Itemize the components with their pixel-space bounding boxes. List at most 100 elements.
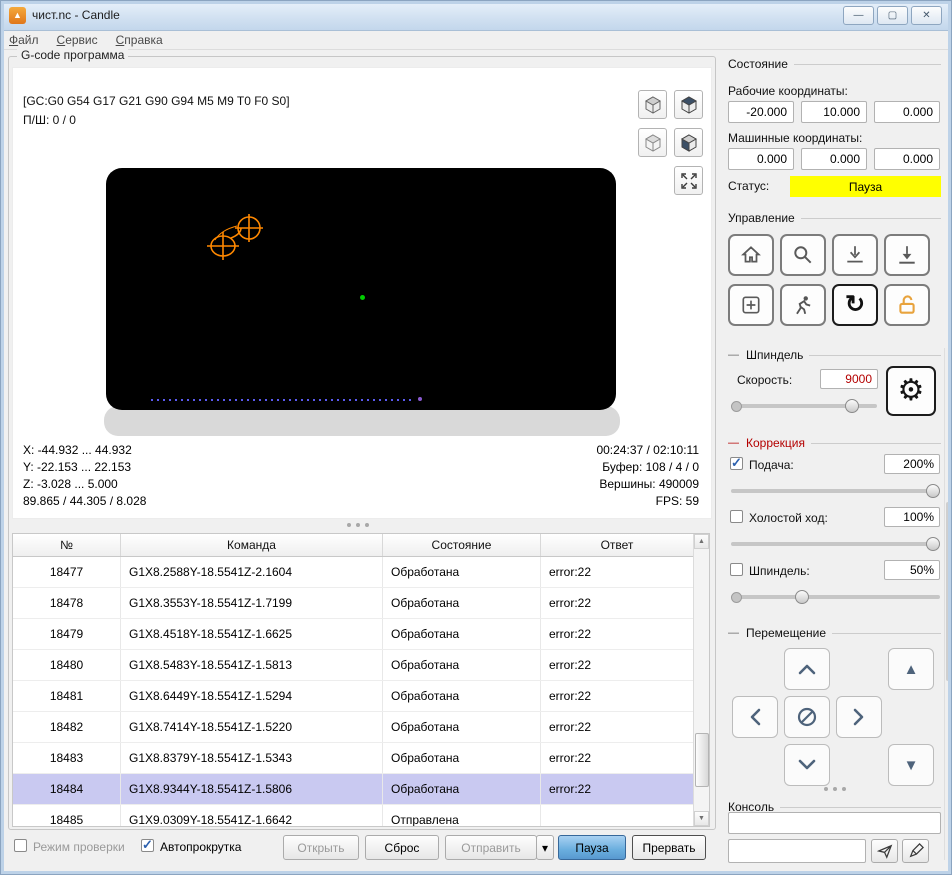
maximize-button[interactable]: ▢ (877, 6, 908, 25)
slider-handle[interactable] (844, 399, 859, 413)
col-header-state[interactable]: Состояние (383, 534, 541, 556)
scroll-up-icon[interactable]: ▲ (694, 534, 709, 549)
col-header-number[interactable]: № (13, 534, 121, 556)
home-button[interactable] (728, 234, 774, 276)
fit-view-button[interactable] (674, 166, 703, 195)
spindle-toggle-button[interactable]: ⚙ (886, 366, 936, 416)
table-row[interactable]: 18480 G1X8.5483Y-18.5541Z-1.5813 Обработ… (13, 650, 694, 681)
cell-command: G1X8.3553Y-18.5541Z-1.7199 (121, 588, 383, 618)
table-scrollbar[interactable]: ▲ ▼ (693, 534, 709, 826)
table-row[interactable]: 18484 G1X8.9344Y-18.5541Z-1.5806 Обработ… (13, 774, 694, 805)
chevron-up-icon (796, 661, 818, 677)
spindle-override-value: 50% (884, 560, 940, 580)
console-input[interactable] (728, 839, 866, 863)
toolpath-canvas[interactable] (106, 168, 616, 410)
panel-splitter-handle[interactable] (728, 787, 941, 791)
jog-panel-title[interactable]: Перемещение (728, 626, 941, 640)
visualizer[interactable]: [GC:G0 G54 G17 G21 G90 G94 M5 M9 T0 F0 S… (12, 67, 712, 519)
slider-handle[interactable] (926, 537, 940, 551)
menu-help[interactable]: Справка (107, 31, 172, 49)
clear-console-button[interactable] (902, 839, 929, 863)
cell-state: Обработана (383, 588, 541, 618)
spindle-override-checkbox[interactable] (730, 563, 743, 576)
rapid-override-checkbox[interactable] (730, 510, 743, 523)
work-coord-y[interactable]: 10.000 (801, 101, 867, 123)
menu-service[interactable]: Сервис (48, 31, 107, 49)
spindle-override-slider[interactable] (731, 590, 940, 604)
send-button[interactable]: Отправить (445, 835, 537, 860)
col-header-response[interactable]: Ответ (541, 534, 694, 556)
panel-scrollbar[interactable] (944, 348, 952, 860)
z-down-button[interactable]: ▼ (888, 744, 934, 786)
visualizer-header: [GC:G0 G54 G17 G21 G90 G94 M5 M9 T0 F0 S… (23, 92, 290, 130)
scrollbar-thumb[interactable] (695, 732, 709, 788)
col-header-command[interactable]: Команда (121, 534, 383, 556)
reset-button[interactable]: ↻ (832, 284, 878, 326)
view-top-button[interactable] (674, 90, 703, 119)
feed-override-checkbox[interactable] (730, 455, 743, 471)
rapid-override-slider[interactable] (731, 537, 940, 551)
spindle-speed-slider[interactable] (731, 399, 877, 413)
view-isometric-button[interactable] (638, 90, 667, 119)
table-row[interactable]: 18482 G1X8.7414Y-18.5541Z-1.5220 Обработ… (13, 712, 694, 743)
work-coord-x[interactable]: -20.000 (728, 101, 794, 123)
z-probe-button[interactable] (832, 234, 878, 276)
check-mode-checkbox[interactable] (14, 839, 27, 852)
feed-override-slider[interactable] (731, 484, 940, 498)
jog-up-button[interactable] (784, 648, 830, 690)
table-row[interactable]: 18485 G1X9.0309Y-18.5541Z-1.6642 Отправл… (13, 805, 694, 826)
status-badge: Пауза (790, 176, 941, 197)
cell-command: G1X8.5483Y-18.5541Z-1.5813 (121, 650, 383, 680)
feed-override-value: 200% (884, 454, 940, 474)
send-command-button[interactable] (871, 839, 898, 863)
zoom-fit-button[interactable] (780, 234, 826, 276)
cube-icon (644, 95, 662, 114)
slider-handle[interactable] (926, 484, 940, 498)
table-row[interactable]: 18477 G1X8.2588Y-18.5541Z-2.1604 Обработ… (13, 557, 694, 588)
cell-response: error:22 (541, 588, 694, 618)
z-up-button[interactable]: ▲ (888, 648, 934, 690)
paper-plane-icon (876, 843, 893, 859)
override-panel-title[interactable]: Коррекция (728, 436, 941, 450)
zero-z-button[interactable] (884, 234, 930, 276)
unlock-button[interactable] (884, 284, 930, 326)
jog-right-button[interactable] (836, 696, 882, 738)
reset-button-footer[interactable]: Сброс (365, 835, 439, 860)
autoscroll-checkbox[interactable] (141, 837, 154, 853)
candle-app-icon: ▲ (9, 6, 26, 24)
jog-stop-button[interactable] (784, 696, 830, 738)
table-row[interactable]: 18479 G1X8.4518Y-18.5541Z-1.6625 Обработ… (13, 619, 694, 650)
open-button[interactable]: Открыть (283, 835, 359, 860)
view-front-button[interactable] (638, 128, 667, 157)
restore-origin-button[interactable] (728, 284, 774, 326)
spindle-override-label: Шпиндель: (749, 564, 810, 578)
status-label: Статус: (728, 179, 770, 193)
abort-button[interactable]: Прервать (632, 835, 706, 860)
console-output (728, 812, 941, 834)
cell-command: G1X8.8379Y-18.5541Z-1.5343 (121, 743, 383, 773)
feed-override-label: Подача: (749, 458, 794, 472)
pause-button[interactable]: Пауза (558, 835, 626, 860)
safe-position-button[interactable] (780, 284, 826, 326)
jog-left-button[interactable] (732, 696, 778, 738)
table-row[interactable]: 18481 G1X8.6449Y-18.5541Z-1.5294 Обработ… (13, 681, 694, 712)
cell-response: error:22 (541, 650, 694, 680)
spindle-panel-title[interactable]: Шпиндель (728, 348, 941, 362)
work-coord-z[interactable]: 0.000 (874, 101, 940, 123)
table-row[interactable]: 18483 G1X8.8379Y-18.5541Z-1.5343 Обработ… (13, 743, 694, 774)
origin-icon (740, 294, 762, 316)
scroll-down-icon[interactable]: ▼ (694, 811, 709, 826)
menu-file[interactable]: Файл (0, 31, 48, 49)
close-button[interactable]: ✕ (911, 6, 942, 25)
send-dropdown-button[interactable]: ▾ (536, 835, 554, 860)
splitter-handle[interactable] (9, 523, 707, 527)
view-left-button[interactable] (674, 128, 703, 157)
minimize-button[interactable]: — (843, 6, 874, 25)
spindle-speed-field[interactable]: 9000 (820, 369, 878, 389)
panel-scrollbar-thumb[interactable] (946, 501, 951, 681)
menu-separator (0, 49, 952, 50)
jog-down-button[interactable] (784, 744, 830, 786)
slider-handle[interactable] (795, 590, 810, 604)
cube-icon (680, 133, 698, 152)
table-row[interactable]: 18478 G1X8.3553Y-18.5541Z-1.7199 Обработ… (13, 588, 694, 619)
